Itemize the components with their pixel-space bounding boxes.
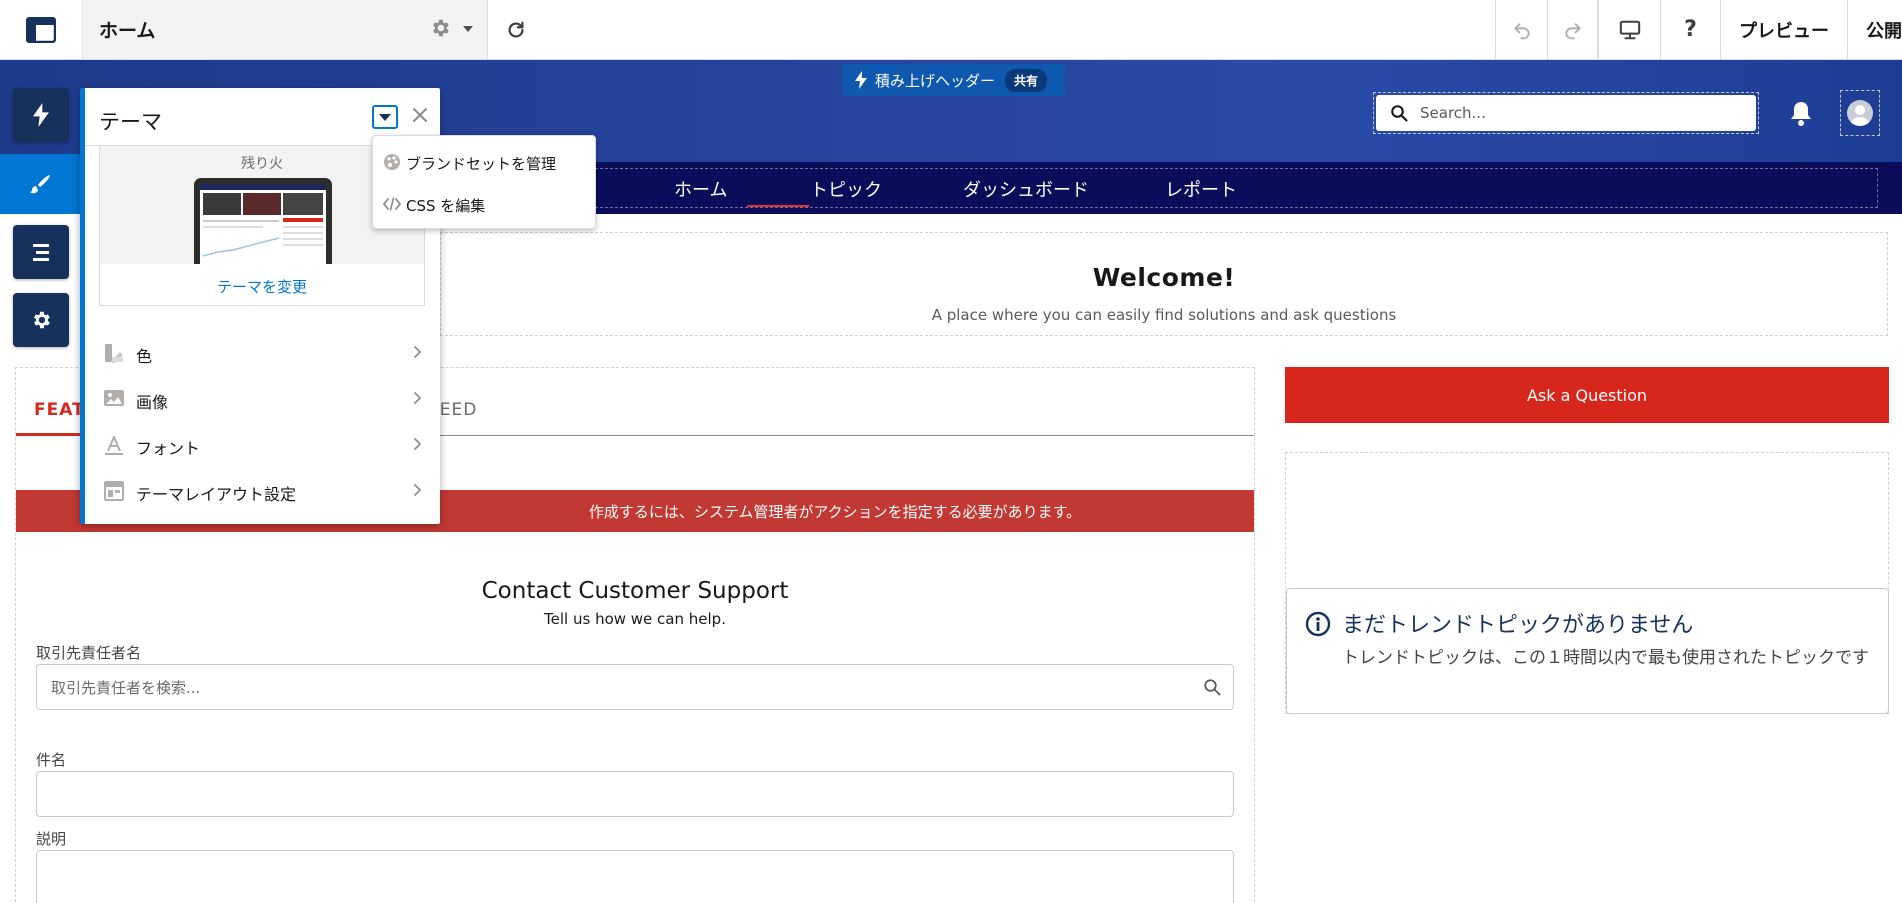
publish-button[interactable]: 公開 <box>1848 0 1902 59</box>
theme-panel-title: テーマ <box>99 110 162 134</box>
trending-topics-empty-card: まだトレンドトピックがありません トレンドトピックは、この１時間以内で最も使用さ… <box>1286 588 1889 714</box>
redo-button[interactable] <box>1548 0 1598 59</box>
gear-icon[interactable] <box>429 17 451 39</box>
user-icon <box>1850 105 1870 126</box>
color-palette-icon <box>105 344 123 363</box>
trend-body: トレンドトピックは、この１時間以内で最も使用されたトピックです <box>1342 648 1869 668</box>
contact-subtitle: Tell us how we can help. <box>544 610 726 628</box>
menu-item-label: ブランドセットを管理 <box>406 155 557 173</box>
desktop-icon <box>1619 20 1640 39</box>
search-icon <box>1204 679 1221 696</box>
avatar <box>1847 100 1873 126</box>
preview-button[interactable]: プレビュー <box>1721 0 1848 59</box>
shared-badge: 共有 <box>1005 68 1048 92</box>
chevron-down-icon <box>379 113 391 121</box>
search-input[interactable]: Search... <box>1376 95 1756 131</box>
menu-item-manage-brand-sets[interactable]: ブランドセットを管理 <box>373 142 595 182</box>
help-icon: ? <box>1684 17 1697 42</box>
device-preview-button[interactable] <box>1599 0 1661 59</box>
undo-button[interactable] <box>1496 0 1548 59</box>
contact-lookup-input[interactable]: 取引先責任者を検索... <box>36 664 1234 710</box>
nav-active-indicator <box>747 205 809 207</box>
stacked-header-label: 積み上げヘッダー <box>875 71 996 90</box>
page-name: ホーム <box>99 20 156 42</box>
welcome-subtitle: A place where you can easily find soluti… <box>931 306 1397 324</box>
chevron-right-icon <box>414 484 421 496</box>
menu-item-label: CSS を編集 <box>406 197 486 215</box>
nav-item-reports[interactable]: レポート <box>1165 176 1237 202</box>
image-icon <box>104 390 124 406</box>
description-field[interactable] <box>36 850 1234 903</box>
contact-title: Contact Customer Support <box>481 578 789 604</box>
publish-label: 公開 <box>1866 20 1902 42</box>
paintbrush-icon <box>30 175 50 194</box>
theme-item-images[interactable]: 画像 <box>85 375 440 421</box>
welcome-section: Welcome! A place where you can easily fi… <box>440 232 1888 336</box>
app-launcher-button[interactable] <box>0 0 82 59</box>
theme-item-label: 色 <box>136 347 153 366</box>
profile-menu[interactable] <box>1840 90 1880 136</box>
theme-options-dropdown-button[interactable] <box>372 105 398 129</box>
page-structure-button[interactable] <box>13 225 69 279</box>
nav-item-dashboard[interactable]: ダッシュボード <box>963 176 1089 202</box>
theme-options-menu: ブランドセットを管理 CSS を編集 <box>372 135 596 229</box>
gear-icon <box>34 311 50 329</box>
change-theme-link[interactable]: テーマを変更 <box>100 276 424 297</box>
refresh-button[interactable] <box>488 0 544 59</box>
list-icon <box>33 244 49 261</box>
ask-question-button[interactable]: Ask a Question <box>1285 367 1889 423</box>
search-placeholder: Search... <box>1420 104 1486 122</box>
brand-palette-icon <box>384 154 400 170</box>
menu-item-edit-css[interactable]: CSS を編集 <box>373 184 595 224</box>
chevron-right-icon <box>414 346 421 358</box>
nav-item-home[interactable]: ホーム <box>674 176 727 202</box>
font-icon <box>105 436 123 455</box>
info-icon <box>1305 611 1331 637</box>
chevron-down-icon[interactable] <box>463 26 473 32</box>
settings-button[interactable] <box>13 293 69 347</box>
builder-sidebar <box>0 60 82 903</box>
theme-button[interactable] <box>0 154 80 214</box>
components-button[interactable] <box>13 88 69 142</box>
theme-item-label: 画像 <box>136 393 169 412</box>
theme-item-layout-settings[interactable]: テーマレイアウト設定 <box>85 467 440 513</box>
redo-icon <box>1564 22 1581 39</box>
theme-item-label: テーマレイアウト設定 <box>136 485 297 504</box>
error-message: 作成するには、システム管理者がアクションを指定する必要があります。 <box>588 502 1082 521</box>
preview-label: プレビュー <box>1739 20 1829 42</box>
nav-item-topics[interactable]: トピック <box>810 176 882 202</box>
search-component: Search... <box>1373 92 1759 134</box>
theme-thumbnail <box>194 178 332 264</box>
subject-field[interactable] <box>36 771 1234 817</box>
search-icon <box>1391 105 1408 122</box>
close-icon[interactable] <box>412 107 428 123</box>
refresh-icon <box>508 21 524 38</box>
stacked-header-tag[interactable]: 積み上げヘッダー 共有 <box>843 64 1065 96</box>
theme-item-label: フォント <box>136 439 201 458</box>
welcome-title: Welcome! <box>1092 263 1236 292</box>
lightning-icon <box>855 71 867 89</box>
theme-item-fonts[interactable]: フォント <box>85 421 440 467</box>
bell-icon <box>1791 102 1811 126</box>
lightning-icon <box>33 103 49 127</box>
chevron-right-icon <box>414 438 421 450</box>
trend-title: まだトレンドトピックがありません <box>1342 613 1694 638</box>
page-selector[interactable]: ホーム <box>82 0 488 59</box>
builder-toolbar: ホーム ? プレビュー 公開 <box>0 0 1902 60</box>
layout-icon <box>26 16 56 43</box>
code-icon <box>383 197 401 211</box>
chevron-right-icon <box>414 392 421 404</box>
theme-item-colors[interactable]: 色 <box>85 329 440 375</box>
help-button[interactable]: ? <box>1661 0 1721 59</box>
layout-icon <box>104 481 124 501</box>
undo-icon <box>1513 22 1530 39</box>
notifications-button[interactable] <box>1789 100 1813 130</box>
